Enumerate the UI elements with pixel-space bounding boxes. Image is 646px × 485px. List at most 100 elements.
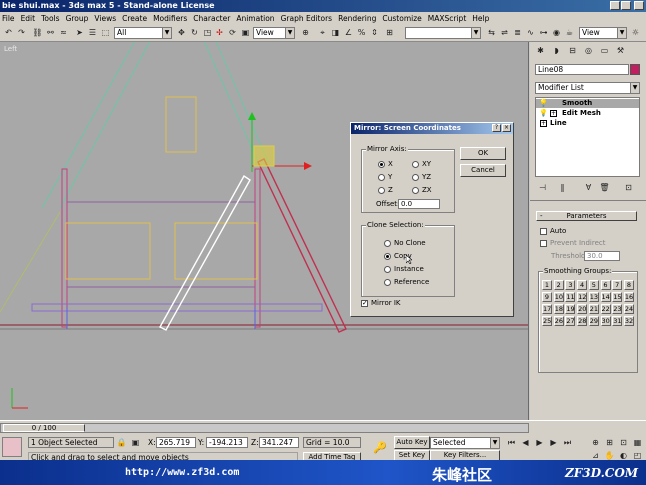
minimize-button[interactable]: [610, 1, 620, 10]
close-icon[interactable]: ×: [502, 124, 511, 132]
smoothing-group-button[interactable]: 10: [553, 292, 564, 302]
play-icon[interactable]: ▶: [534, 437, 545, 448]
named-selection-icon[interactable]: ⊞: [384, 27, 395, 38]
pin-stack-icon[interactable]: ⊣: [537, 182, 548, 193]
display-tab-icon[interactable]: ▭: [599, 45, 610, 56]
stack-item-smooth[interactable]: 💡 Smooth: [536, 99, 639, 108]
axis-y-radio[interactable]: Y: [378, 173, 392, 181]
stack-item-line[interactable]: + Line: [536, 119, 639, 128]
axis-yz-radio[interactable]: YZ: [412, 173, 431, 181]
menu-help[interactable]: Help: [472, 14, 489, 23]
smoothing-group-button[interactable]: 4: [577, 280, 588, 290]
smoothing-group-button[interactable]: 7: [612, 280, 623, 290]
smoothing-group-button[interactable]: 5: [588, 280, 599, 290]
time-slider[interactable]: 0 / 100: [0, 423, 529, 433]
remove-modifier-icon[interactable]: 🗑: [599, 182, 610, 193]
modifier-list-dropdown[interactable]: Modifier List ▼: [535, 82, 640, 94]
select-rotate-icon[interactable]: ↻: [189, 27, 200, 38]
smoothing-group-button[interactable]: 19: [565, 304, 576, 314]
expand-icon[interactable]: +: [540, 120, 547, 127]
quick-render-icon[interactable]: ☼: [630, 27, 641, 38]
material-editor-icon[interactable]: ◉: [551, 27, 562, 38]
smoothing-group-button[interactable]: 24: [623, 304, 634, 314]
next-frame-icon[interactable]: ▶: [548, 437, 559, 448]
undo-icon[interactable]: ↶: [3, 27, 14, 38]
x-coordinate-field[interactable]: 265.719: [156, 437, 196, 448]
smoothing-group-button[interactable]: 15: [612, 292, 623, 302]
smoothing-group-button[interactable]: 32: [623, 316, 634, 326]
named-selection-set-dropdown[interactable]: ▼: [405, 27, 481, 39]
motion-tab-icon[interactable]: ◎: [583, 45, 594, 56]
pivot-center-icon[interactable]: ⊕: [300, 27, 311, 38]
key-mode-dropdown[interactable]: Selected ▼: [430, 437, 500, 449]
smoothing-group-button[interactable]: 14: [600, 292, 611, 302]
redo-icon[interactable]: ↷: [16, 27, 27, 38]
axis-xy-radio[interactable]: XY: [412, 160, 431, 168]
smoothing-group-button[interactable]: 8: [623, 280, 634, 290]
zoom-extents-all-icon[interactable]: ▦: [632, 437, 643, 448]
make-unique-icon[interactable]: ∀: [583, 182, 594, 193]
menu-file[interactable]: File: [2, 14, 15, 23]
smoothing-group-button[interactable]: 12: [577, 292, 588, 302]
smoothing-group-button[interactable]: 20: [577, 304, 588, 314]
offset-spinner[interactable]: 0.0: [398, 199, 440, 209]
bind-space-warp-icon[interactable]: ≈: [58, 27, 69, 38]
menu-create[interactable]: Create: [122, 14, 147, 23]
smoothing-group-button[interactable]: 13: [588, 292, 599, 302]
align-icon[interactable]: ⇌: [499, 27, 510, 38]
prev-frame-icon[interactable]: ◀: [520, 437, 531, 448]
selection-filter-dropdown[interactable]: All ▼: [114, 27, 172, 39]
maximize-button[interactable]: [621, 1, 631, 10]
smoothing-group-button[interactable]: 17: [542, 304, 552, 314]
create-tab-icon[interactable]: ✱: [535, 45, 546, 56]
smoothing-group-button[interactable]: 18: [553, 304, 564, 314]
goto-start-icon[interactable]: ⏮: [506, 437, 517, 448]
curve-editor-icon[interactable]: ∿: [525, 27, 536, 38]
select-by-name-icon[interactable]: ☰: [87, 27, 98, 38]
close-button[interactable]: [634, 1, 644, 10]
menu-graph-editors[interactable]: Graph Editors: [281, 14, 333, 23]
snap-toggle-icon[interactable]: ◨: [330, 27, 341, 38]
mirror-ik-checkbox[interactable]: ✓ Mirror IK: [361, 299, 401, 307]
smoothing-group-button[interactable]: 9: [542, 292, 552, 302]
mirror-icon[interactable]: ⇆: [486, 27, 497, 38]
modify-tab-icon[interactable]: ◗: [551, 45, 562, 56]
menu-modifiers[interactable]: Modifiers: [153, 14, 187, 23]
help-icon[interactable]: ?: [492, 124, 501, 132]
select-move-icon[interactable]: ✥: [176, 27, 187, 38]
menu-character[interactable]: Character: [193, 14, 230, 23]
smoothing-group-button[interactable]: 23: [612, 304, 623, 314]
smoothing-group-button[interactable]: 6: [600, 280, 611, 290]
smoothing-group-button[interactable]: 25: [542, 316, 552, 326]
axis-x-radio[interactable]: X: [378, 160, 393, 168]
axis-zx-radio[interactable]: ZX: [412, 186, 432, 194]
smoothing-group-button[interactable]: 29: [588, 316, 599, 326]
zoom-all-icon[interactable]: ⊞: [604, 437, 615, 448]
smoothing-group-button[interactable]: 31: [612, 316, 623, 326]
instance-radio[interactable]: Instance: [384, 265, 424, 273]
axis-constraint-icon[interactable]: ⌖: [317, 27, 328, 38]
axis-z-radio[interactable]: Z: [378, 186, 393, 194]
zoom-extents-icon[interactable]: ⊡: [618, 437, 629, 448]
smoothing-group-button[interactable]: 3: [565, 280, 576, 290]
render-type-dropdown[interactable]: View ▼: [579, 27, 627, 39]
schematic-view-icon[interactable]: ⊶: [538, 27, 549, 38]
smoothing-group-button[interactable]: 30: [600, 316, 611, 326]
lock-icon[interactable]: 🔒: [116, 437, 127, 448]
move-icon[interactable]: ✢: [214, 27, 225, 38]
menu-edit[interactable]: Edit: [21, 14, 36, 23]
auto-key-button[interactable]: Auto Key: [394, 436, 430, 449]
smoothing-group-button[interactable]: 21: [588, 304, 599, 314]
unlink-icon[interactable]: ⚯: [45, 27, 56, 38]
expand-icon[interactable]: +: [550, 110, 557, 117]
key-icon[interactable]: 🔑: [373, 441, 387, 454]
parameters-rollout-header[interactable]: - Parameters: [536, 211, 637, 221]
scale-icon[interactable]: ▣: [240, 27, 251, 38]
smoothing-group-button[interactable]: 22: [600, 304, 611, 314]
hierarchy-tab-icon[interactable]: ⊟: [567, 45, 578, 56]
light-bulb-icon[interactable]: 💡: [539, 109, 548, 117]
cancel-button[interactable]: Cancel: [460, 164, 506, 177]
link-icon[interactable]: ⛓: [32, 27, 43, 38]
smoothing-group-button[interactable]: 26: [553, 316, 564, 326]
reference-radio[interactable]: Reference: [384, 278, 429, 286]
